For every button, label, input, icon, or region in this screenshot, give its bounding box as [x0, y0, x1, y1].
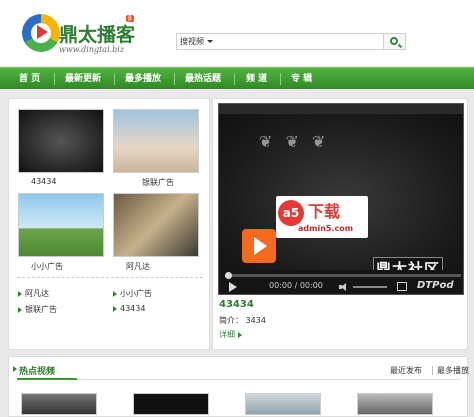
intro-value: 3434 [245, 316, 266, 325]
player-panel: ❦ ❦ ❦ a5 下载 admin5.com 鼎太社区 00:00 / 00:0… [212, 98, 468, 350]
video-list-panel: 43434 银联广告 小小广告 阿凡达 阿凡达 小小广告 银联广告 43434 [8, 98, 210, 350]
seek-bar[interactable] [225, 274, 461, 277]
watermark-download-text: 下载 [308, 202, 341, 221]
divider [17, 277, 203, 278]
nav-item-home[interactable]: 首 页 [19, 68, 40, 90]
video-frame-decoration: ❦ ❦ ❦ [259, 132, 330, 151]
video-thumbnail[interactable] [133, 393, 209, 415]
search-button[interactable] [383, 34, 405, 49]
nav-divider [114, 73, 115, 85]
arrow-right-icon [18, 306, 22, 313]
intro-label: 简介： [219, 316, 243, 325]
watermark-mark: a5 [278, 200, 304, 226]
video-intro: 简介： 3434 [219, 315, 266, 326]
video-thumbnail[interactable] [113, 109, 199, 173]
nav-divider [174, 73, 175, 85]
video-link[interactable]: 银联广告 [18, 304, 57, 315]
arrow-right-icon [113, 305, 117, 312]
tab-most-played[interactable]: 最多播放 [437, 365, 469, 376]
watermark-site-text: admin5.com [298, 224, 354, 233]
logo-url: www.dingtai.biz [59, 45, 125, 54]
arrow-right-icon [113, 290, 117, 297]
player-controls: 00:00 / 00:00 DTPod [219, 270, 463, 294]
search-type-select[interactable]: 搜视频 [180, 35, 213, 48]
nav-item-hot-topics[interactable]: 最热话题 [185, 68, 221, 90]
beta-badge: β [126, 15, 134, 22]
details-label: 详细 [219, 330, 235, 339]
video-thumbnail[interactable] [357, 393, 433, 415]
details-link[interactable]: 详细 [219, 329, 245, 340]
video-thumbnail[interactable] [18, 193, 104, 257]
site-logo[interactable]: 鼎太播客 β www.dingtai.biz [22, 12, 152, 58]
video-link-label: 阿凡达 [25, 289, 49, 298]
search-bar: 搜视频 [176, 33, 406, 50]
header: 鼎太播客 β www.dingtai.biz 搜视频 [0, 0, 474, 66]
arrow-right-icon [237, 331, 242, 338]
time-display: 00:00 / 00:00 [269, 281, 323, 290]
watermark-logo: a5 下载 admin5.com [276, 196, 368, 238]
tab-recent[interactable]: 最近发布 [390, 365, 422, 376]
logo-title: 鼎太播客 [59, 24, 136, 46]
hot-videos-section: 热点视频 最近发布 最多播放 [8, 356, 469, 417]
volume-icon[interactable] [339, 283, 347, 291]
section-accent-line [17, 378, 77, 380]
video-thumbnail[interactable] [245, 393, 321, 415]
video-info-title[interactable]: 43434 [219, 299, 254, 310]
chevron-down-icon [207, 40, 213, 43]
nav-divider [54, 73, 55, 85]
search-input[interactable] [233, 35, 383, 48]
logo-play-icon [37, 25, 48, 39]
big-play-button[interactable] [242, 229, 276, 263]
main-nav: 首 页 最新更新 最多播放 最热话题 频 道 专 辑 [0, 67, 474, 89]
nav-item-albums[interactable]: 专 辑 [291, 68, 312, 90]
video-link-label: 银联广告 [25, 305, 57, 314]
player-top-bar [219, 104, 463, 114]
player-screen[interactable]: ❦ ❦ ❦ a5 下载 admin5.com 鼎太社区 [219, 114, 463, 280]
video-title[interactable]: 43434 [31, 177, 56, 186]
video-title[interactable]: 阿凡达 [126, 261, 150, 272]
video-player[interactable]: ❦ ❦ ❦ a5 下载 admin5.com 鼎太社区 00:00 / 00:0… [218, 103, 464, 295]
volume-slider[interactable] [353, 286, 387, 288]
video-thumbnail[interactable] [18, 109, 104, 173]
nav-divider [234, 73, 235, 85]
section-divider [17, 379, 461, 380]
search-icon [390, 37, 398, 45]
video-title[interactable]: 银联广告 [142, 177, 174, 188]
tab-divider [432, 366, 433, 375]
video-thumbnail[interactable] [21, 393, 97, 415]
nav-item-most-played[interactable]: 最多播放 [125, 68, 161, 90]
seek-handle[interactable] [225, 272, 232, 279]
nav-divider [280, 73, 281, 85]
video-title[interactable]: 小小广告 [31, 261, 63, 272]
search-type-label: 搜视频 [180, 37, 204, 46]
section-title: 热点视频 [12, 364, 55, 377]
video-link[interactable]: 阿凡达 [18, 288, 49, 299]
play-icon[interactable] [229, 282, 237, 292]
nav-item-channels[interactable]: 频 道 [246, 68, 267, 90]
video-thumbnail[interactable] [113, 193, 199, 257]
video-link-label: 43434 [120, 304, 146, 313]
video-link[interactable]: 小小广告 [113, 288, 152, 299]
nav-item-latest[interactable]: 最新更新 [65, 68, 101, 90]
fullscreen-icon[interactable] [397, 282, 407, 291]
arrow-right-icon [18, 290, 22, 297]
video-link[interactable]: 43434 [113, 304, 145, 313]
video-link-label: 小小广告 [120, 289, 152, 298]
player-brand: DTPod [417, 280, 454, 291]
